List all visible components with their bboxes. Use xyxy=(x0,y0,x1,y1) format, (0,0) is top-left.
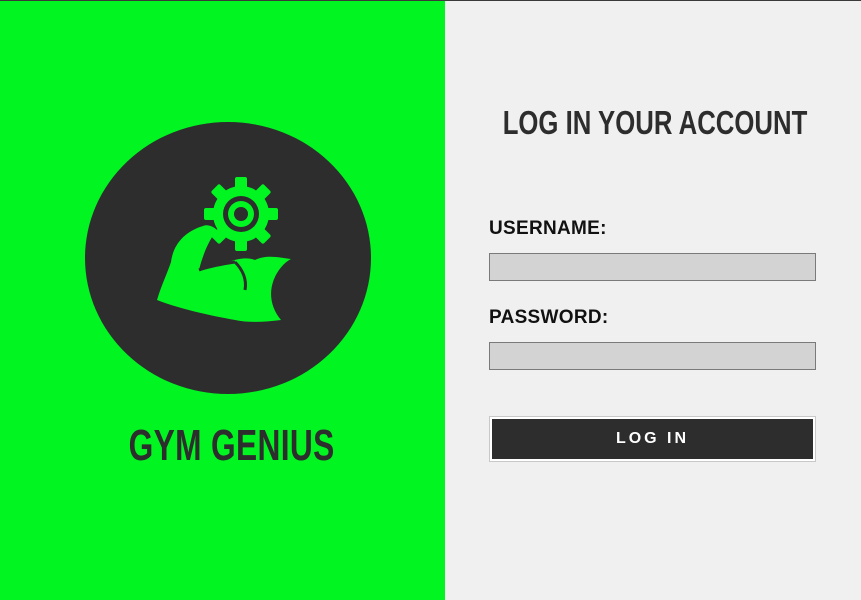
password-label: PASSWORD: xyxy=(489,307,609,328)
password-input[interactable] xyxy=(489,342,816,370)
username-input[interactable] xyxy=(489,253,816,281)
login-window: GYM GENIUS LOG IN YOUR ACCOUNT USERNAME:… xyxy=(0,0,861,600)
login-panel: LOG IN YOUR ACCOUNT USERNAME: PASSWORD: … xyxy=(445,1,861,600)
username-label: USERNAME: xyxy=(489,218,607,239)
login-button[interactable]: LOG IN xyxy=(490,417,815,461)
gear-icon xyxy=(204,177,278,251)
page-title: LOG IN YOUR ACCOUNT xyxy=(502,104,808,141)
brand-panel: GYM GENIUS xyxy=(0,1,445,600)
logo xyxy=(85,122,371,394)
brand-name: GYM GENIUS xyxy=(128,421,335,470)
flexed-arm-gear-icon xyxy=(157,177,291,322)
flexed-arm-icon xyxy=(157,225,291,322)
